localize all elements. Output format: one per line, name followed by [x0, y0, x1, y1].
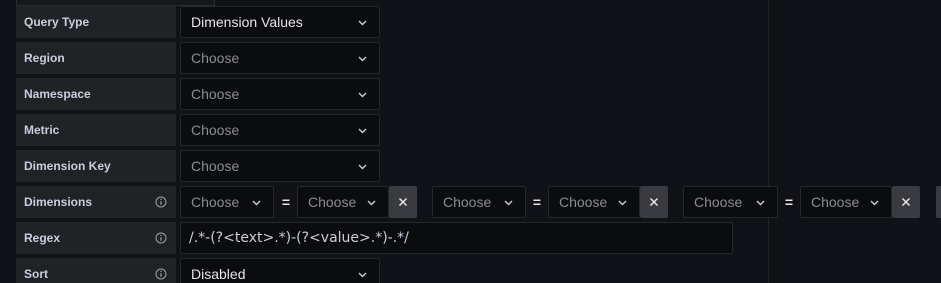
- query-type-label: Query Type: [16, 6, 176, 38]
- regex-input[interactable]: /.*-(?<text>.*)-(?<value>.*)-.*/: [180, 222, 733, 254]
- dimension-value-select-1[interactable]: Choose: [297, 186, 389, 218]
- dimension-key-select-1[interactable]: Choose: [180, 186, 274, 218]
- chevron-down-icon: [252, 198, 261, 207]
- dimension-value-select-3[interactable]: Choose: [800, 186, 892, 218]
- equals-operator-2: =: [532, 194, 542, 210]
- chevron-down-icon: [358, 126, 367, 135]
- region-label: Region: [16, 42, 176, 74]
- chevron-down-icon: [358, 18, 367, 27]
- dimension-key-select-3[interactable]: Choose: [683, 186, 778, 218]
- chevron-down-icon: [358, 270, 367, 279]
- dimensions-label-text: Dimensions: [24, 195, 93, 209]
- add-dimension-button[interactable]: [936, 186, 941, 218]
- sort-value: Disabled: [191, 266, 246, 282]
- panel-divider: [768, 0, 769, 283]
- close-icon: [649, 197, 659, 207]
- region-select[interactable]: Choose: [180, 42, 380, 74]
- dimension-key-select[interactable]: Choose: [180, 150, 380, 182]
- chevron-down-icon: [618, 198, 627, 207]
- sort-select[interactable]: Disabled: [180, 258, 380, 283]
- chevron-down-icon: [367, 198, 376, 207]
- dimensions-label: Dimensions: [16, 186, 176, 218]
- query-editor: Query Type Dimension Values Region Choos…: [0, 0, 941, 283]
- query-type-value: Dimension Values: [191, 14, 303, 30]
- dimension-key-placeholder-1: Choose: [191, 194, 240, 210]
- dimension-value-placeholder-2: Choose: [559, 194, 608, 210]
- region-placeholder: Choose: [191, 50, 240, 66]
- remove-dimension-button-1[interactable]: [389, 186, 417, 218]
- dimension-key-label: Dimension Key: [16, 150, 176, 182]
- dimension-value-placeholder-3: Choose: [811, 194, 860, 210]
- close-icon: [901, 197, 911, 207]
- close-icon: [398, 197, 408, 207]
- namespace-placeholder: Choose: [191, 86, 240, 102]
- dimension-key-placeholder-2: Choose: [443, 194, 492, 210]
- info-circle-icon[interactable]: [155, 268, 167, 280]
- dimension-value-select-2[interactable]: Choose: [548, 186, 640, 218]
- chevron-down-icon: [756, 198, 765, 207]
- remove-dimension-button-3[interactable]: [892, 186, 920, 218]
- query-type-select[interactable]: Dimension Values: [180, 6, 380, 38]
- dimension-key-placeholder-3: Choose: [694, 194, 743, 210]
- chevron-down-icon: [358, 54, 367, 63]
- sort-label-text: Sort: [24, 267, 48, 281]
- chevron-down-icon: [504, 198, 513, 207]
- equals-operator-1: =: [281, 194, 291, 210]
- regex-label: Regex: [16, 222, 176, 254]
- info-circle-icon[interactable]: [155, 196, 167, 208]
- chevron-down-icon: [870, 198, 879, 207]
- chevron-down-icon: [358, 162, 367, 171]
- metric-placeholder: Choose: [191, 122, 240, 138]
- dimension-key-select-2[interactable]: Choose: [432, 186, 526, 218]
- dimensions-row: Dimensions Choose = Choose Choose = Choo…: [16, 186, 941, 218]
- dimension-value-placeholder-1: Choose: [308, 194, 357, 210]
- sort-label: Sort: [16, 258, 176, 283]
- info-circle-icon[interactable]: [155, 232, 167, 244]
- namespace-select[interactable]: Choose: [180, 78, 380, 110]
- remove-dimension-button-2[interactable]: [640, 186, 668, 218]
- namespace-label: Namespace: [16, 78, 176, 110]
- regex-label-text: Regex: [24, 231, 61, 245]
- chevron-down-icon: [358, 90, 367, 99]
- metric-select[interactable]: Choose: [180, 114, 380, 146]
- metric-label: Metric: [16, 114, 176, 146]
- dimension-key-placeholder: Choose: [191, 158, 240, 174]
- equals-operator-3: =: [784, 194, 794, 210]
